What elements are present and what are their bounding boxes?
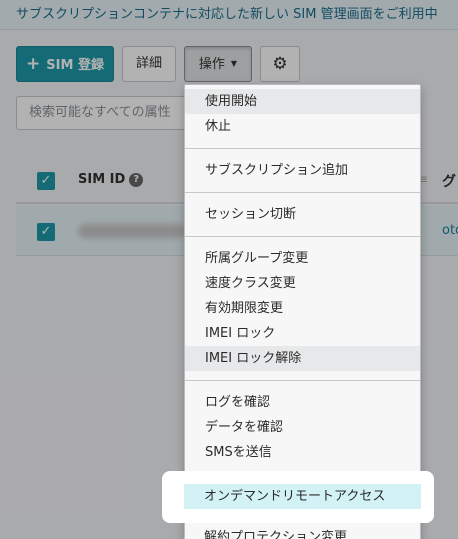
menu-divider [185, 236, 420, 237]
menu-divider [185, 148, 420, 149]
menu-item-change-expiry[interactable]: 有効期限変更 [185, 296, 420, 321]
menu-divider [185, 380, 420, 381]
menu-divider [185, 192, 420, 193]
menu-item-change-speed-class[interactable]: 速度クラス変更 [185, 271, 420, 296]
menu-item-view-logs[interactable]: ログを確認 [185, 390, 420, 415]
menu-item-view-data[interactable]: データを確認 [185, 415, 420, 440]
menu-item-suspend[interactable]: 休止 [185, 114, 420, 139]
menu-item-imei-lock[interactable]: IMEI ロック [185, 321, 420, 346]
menu-item-on-demand-remote-access[interactable]: オンデマンドリモートアクセス [184, 484, 421, 509]
menu-item-disconnect-session[interactable]: セッション切断 [185, 202, 420, 227]
menu-item-add-subscription[interactable]: サブスクリプション追加 [185, 158, 420, 183]
menu-item-send-sms[interactable]: SMSを送信 [185, 440, 420, 465]
menu-item-change-group[interactable]: 所属グループ変更 [185, 246, 420, 271]
menu-item-imei-unlock[interactable]: IMEI ロック解除 [185, 346, 420, 371]
menu-item-change-termination-protection[interactable]: 解約プロテクション変更 [184, 528, 421, 539]
menu-item-start-use[interactable]: 使用開始 [185, 89, 420, 114]
